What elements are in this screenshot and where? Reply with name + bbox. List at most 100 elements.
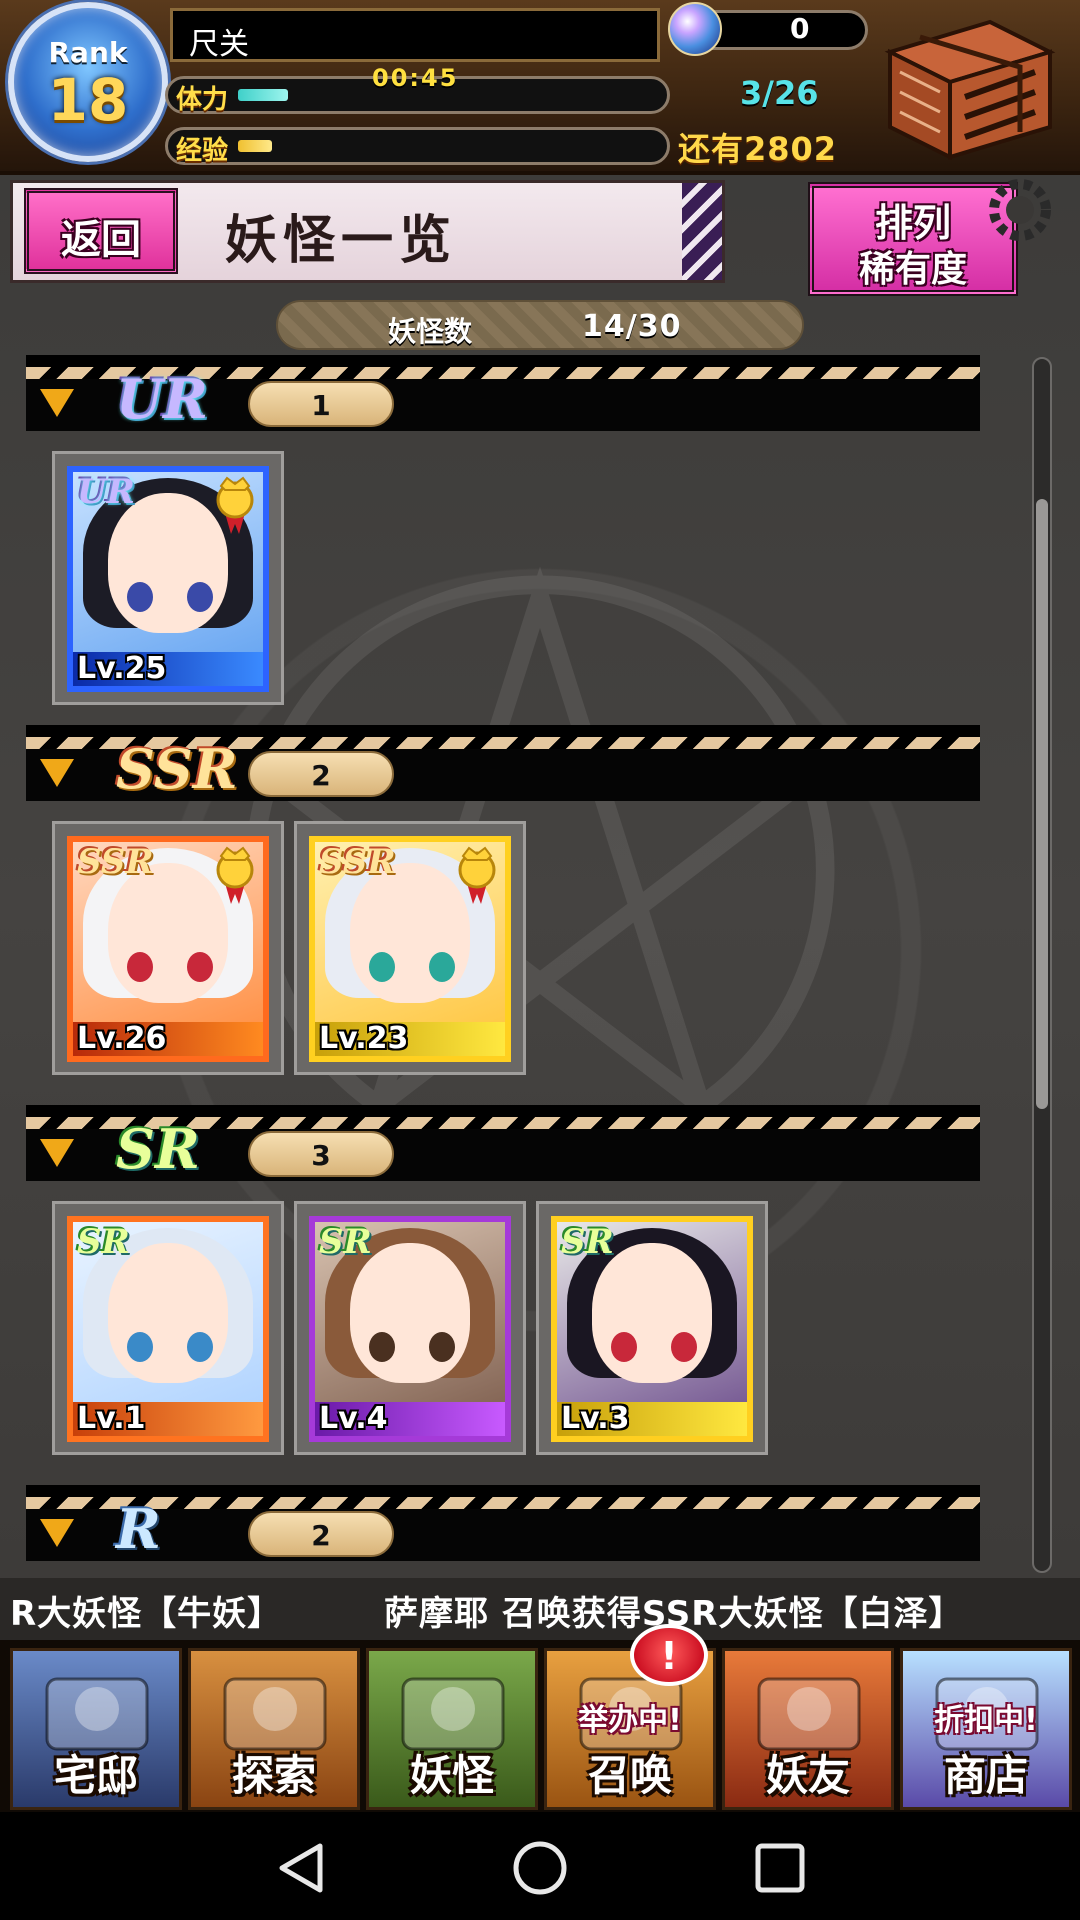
portrait-face: [108, 493, 228, 634]
yokai-card[interactable]: Lv.25 UR: [52, 451, 284, 705]
section-header-ssr[interactable]: SSR 2: [26, 725, 980, 801]
collapse-arrow-icon[interactable]: [40, 389, 74, 417]
nav-label: 召唤: [587, 1751, 672, 1800]
ticker-message-1: R大妖怪【牛妖】: [10, 1594, 283, 1634]
card-rarity-tag: SR: [77, 1222, 130, 1262]
exp-remaining: 还有2802: [678, 130, 838, 168]
section-header-ur[interactable]: UR 1: [26, 355, 980, 431]
nav-item-1[interactable]: 探索: [188, 1648, 360, 1810]
back-button[interactable]: 返回: [24, 188, 178, 274]
card-rarity-tag: SR: [319, 1222, 372, 1262]
back-button-label: 返回: [61, 217, 141, 263]
rarity-label: SR: [116, 1117, 200, 1181]
sort-label-1: 排列: [874, 201, 951, 245]
yokai-card[interactable]: Lv.23 SSR: [294, 821, 526, 1075]
exp-fill: [238, 140, 272, 152]
nav-badge: 举办中!: [578, 1703, 682, 1738]
yokai-count-value: 14/30: [582, 309, 682, 344]
gift-box-icon[interactable]: [870, 12, 1060, 162]
alert-badge: !: [630, 1624, 708, 1686]
crystal-orb-icon: [668, 2, 722, 56]
nav-label: 妖友: [765, 1751, 850, 1800]
portrait-eye: [187, 1332, 213, 1362]
section-header-r[interactable]: R2: [26, 1485, 980, 1561]
yokai-count-bar: 妖怪数 14/30: [276, 300, 804, 350]
stamina-label: 体力: [176, 85, 229, 115]
rarity-count-badge: 2: [248, 1511, 394, 1557]
player-name-box[interactable]: 尺关: [170, 8, 660, 62]
stamina-count: 3/26: [740, 74, 819, 112]
gold-medal-icon: [216, 476, 254, 534]
news-ticker: R大妖怪【牛妖】 萨摩耶 召唤获得SSR大妖怪【白泽】: [0, 1578, 1080, 1640]
nav-badge: 折扣中!: [934, 1703, 1038, 1738]
exp-label: 经验: [176, 136, 229, 166]
gem-count: 0: [790, 12, 810, 45]
nav-label: 探索: [231, 1751, 316, 1800]
system-navigation-bar: [0, 1812, 1080, 1920]
exp-bar: 经验: [165, 127, 670, 166]
card-rarity-tag: UR: [77, 472, 135, 512]
yokai-portrait: Lv.25 UR: [67, 466, 269, 692]
rarity-count-badge: 2: [248, 751, 394, 797]
recents-square-icon[interactable]: [750, 1838, 810, 1898]
sort-button[interactable]: 排列 稀有度: [808, 182, 1018, 296]
portrait-eye: [127, 1332, 153, 1362]
scrollbar-thumb[interactable]: [1036, 499, 1048, 1109]
gear-icon: [989, 179, 1051, 241]
collapse-arrow-icon[interactable]: [40, 1139, 74, 1167]
yokai-list[interactable]: UR 1 Lv.25 UR SSR 2 Lv.26 SSR Lv.23 SSR SR 3 Lv.1 SR L…: [0, 355, 1080, 1575]
nav-item-4[interactable]: 妖友: [722, 1648, 894, 1810]
card-rarity-tag: SSR: [319, 842, 396, 882]
app-screen: Rank 18 尺关 体力 00:45 经验 0 3/26 还有2802 返回 …: [0, 0, 1080, 1812]
portrait-face: [350, 1243, 470, 1384]
rarity-count: 1: [311, 389, 331, 422]
nav-item-2[interactable]: 妖怪: [366, 1648, 538, 1810]
yokai-portrait: Lv.23 SSR: [309, 836, 511, 1062]
portrait-eye: [127, 582, 153, 612]
rank-label: Rank: [48, 36, 128, 69]
yokai-portrait: Lv.26 SSR: [67, 836, 269, 1062]
yokai-card[interactable]: Lv.26 SSR: [52, 821, 284, 1075]
yokai-level: Lv.1: [77, 1401, 146, 1436]
yokai-card[interactable]: Lv.4 SR: [294, 1201, 526, 1455]
yokai-level: Lv.4: [319, 1401, 388, 1436]
nav-label: 宅邸: [53, 1751, 138, 1800]
yokai-card[interactable]: Lv.3 SR: [536, 1201, 768, 1455]
card-rarity-tag: SSR: [77, 842, 154, 882]
yokai-level: Lv.3: [561, 1401, 630, 1436]
portrait-eye: [611, 1332, 637, 1362]
yokai-card[interactable]: Lv.1 SR: [52, 1201, 284, 1455]
section-header-bg: [26, 1509, 980, 1561]
yokai-level: Lv.26: [77, 1021, 167, 1056]
rarity-label: SSR: [116, 737, 238, 801]
rank-badge[interactable]: Rank 18: [8, 2, 168, 162]
section-header-sr[interactable]: SR 3: [26, 1105, 980, 1181]
yokai-level: Lv.25: [77, 651, 167, 686]
page-title: 妖怪一览: [225, 210, 458, 271]
portrait-eye: [369, 1332, 395, 1362]
banner-stripe: [682, 183, 722, 280]
portrait-eye: [127, 952, 153, 982]
player-name: 尺关: [189, 27, 249, 62]
bottom-navigation: 宅邸 探索 妖怪 举办中! 召唤 妖友 折扣中! 商店: [0, 1640, 1080, 1812]
collapse-arrow-icon[interactable]: [40, 759, 74, 787]
rank-number: 18: [47, 66, 129, 134]
yokai-portrait: Lv.4 SR: [309, 1216, 511, 1442]
nav-item-5[interactable]: 折扣中! 商店: [900, 1648, 1072, 1810]
yokai-portrait: Lv.1 SR: [67, 1216, 269, 1442]
rarity-count-badge: 3: [248, 1131, 394, 1177]
yokai-portrait: Lv.3 SR: [551, 1216, 753, 1442]
back-triangle-icon[interactable]: [272, 1838, 332, 1898]
rarity-count-badge: 1: [248, 381, 394, 427]
portrait-face: [108, 1243, 228, 1384]
yokai-count-label: 妖怪数: [388, 315, 473, 348]
gold-medal-icon: [216, 846, 254, 904]
scrollbar[interactable]: [1032, 357, 1052, 1573]
collapse-arrow-icon[interactable]: [40, 1519, 74, 1547]
portrait-face: [350, 863, 470, 1004]
portrait-eye: [671, 1332, 697, 1362]
gold-medal-icon: [458, 846, 496, 904]
portrait-eye: [429, 1332, 455, 1362]
home-circle-icon[interactable]: [510, 1838, 570, 1898]
nav-item-0[interactable]: 宅邸: [10, 1648, 182, 1810]
